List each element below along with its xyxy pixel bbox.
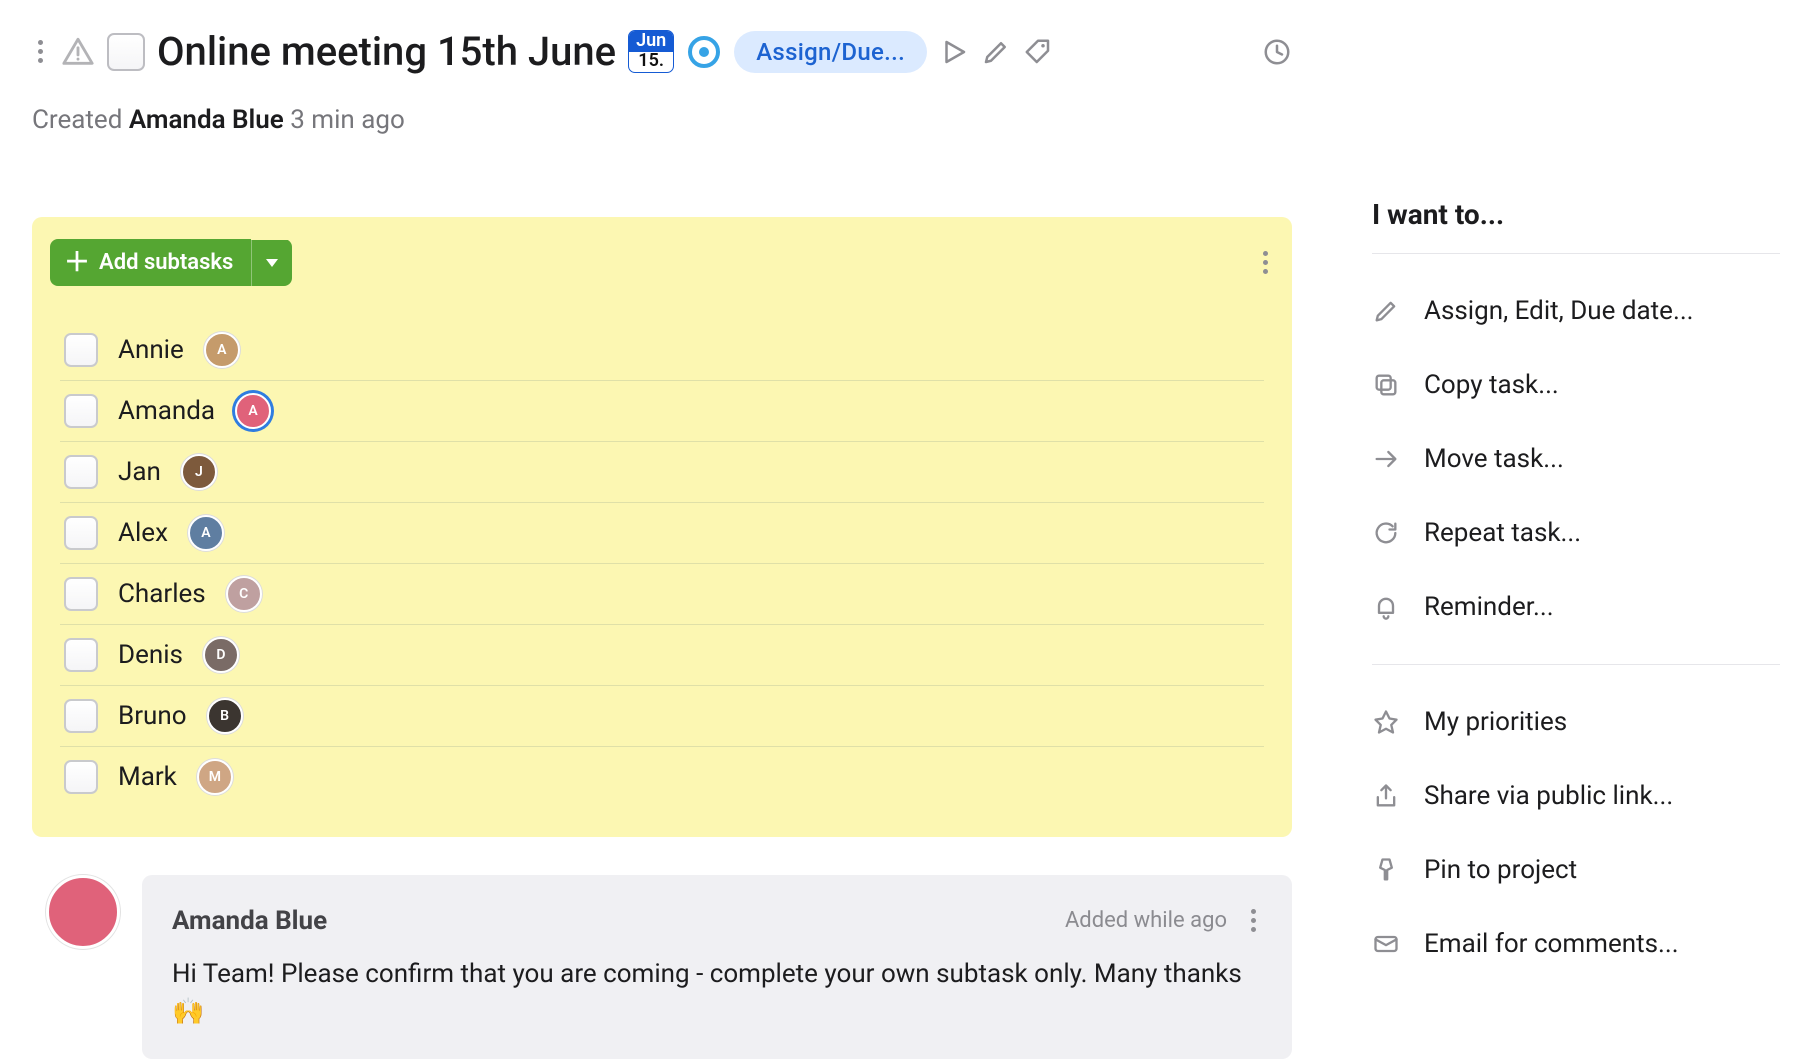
play-icon[interactable]: [939, 37, 969, 67]
action-share[interactable]: Share via public link...: [1372, 759, 1780, 833]
action-envelope[interactable]: Email for comments...: [1372, 907, 1780, 981]
actions-heading: I want to...: [1372, 198, 1780, 231]
comment-bubble: Amanda Blue Added while ago Hi Team! Ple…: [142, 875, 1292, 1059]
subtask-name: Alex: [118, 518, 168, 548]
subtask-checkbox[interactable]: [64, 455, 98, 489]
action-pencil[interactable]: Assign, Edit, Due date...: [1372, 274, 1780, 348]
action-pin[interactable]: Pin to project: [1372, 833, 1780, 907]
pin-icon: [1372, 856, 1400, 884]
add-subtasks-dropdown[interactable]: [251, 240, 292, 286]
subtask-row[interactable]: Annie A: [60, 320, 1264, 381]
created-time: 3 min ago: [290, 105, 405, 135]
assignee-avatar[interactable]: A: [188, 515, 224, 551]
copy-icon: [1372, 371, 1400, 399]
subtask-name: Denis: [118, 640, 183, 670]
comment-more-icon[interactable]: [1245, 903, 1262, 938]
comment-author: Amanda Blue: [172, 906, 327, 936]
subtasks-more-icon[interactable]: [1257, 245, 1274, 280]
action-label: Email for comments...: [1424, 929, 1679, 959]
comment-block: Amanda Blue Added while ago Hi Team! Ple…: [32, 875, 1292, 1059]
bell-icon: [1372, 593, 1400, 621]
subtask-checkbox[interactable]: [64, 699, 98, 733]
subtasks-panel: ＋ Add subtasks Annie A Amanda A Jan J Alex A Cha…: [32, 217, 1292, 837]
subtask-name: Annie: [118, 335, 184, 365]
action-label: My priorities: [1424, 707, 1567, 737]
assignee-avatar[interactable]: A: [235, 393, 271, 429]
due-date-chip[interactable]: Jun 15.: [628, 30, 674, 73]
subtask-row[interactable]: Jan J: [60, 442, 1264, 503]
action-label: Copy task...: [1424, 370, 1559, 400]
assignee-avatar[interactable]: A: [204, 332, 240, 368]
assignee-avatar[interactable]: B: [207, 698, 243, 734]
refresh-icon: [1372, 519, 1400, 547]
subtask-name: Bruno: [118, 701, 187, 731]
subtask-row[interactable]: Charles C: [60, 564, 1264, 625]
due-date-month: Jun: [629, 31, 673, 52]
subtask-name: Jan: [118, 457, 161, 487]
action-label: Reminder...: [1424, 592, 1554, 622]
subtask-name: Amanda: [118, 396, 215, 426]
assignee-avatar[interactable]: J: [181, 454, 217, 490]
action-bell[interactable]: Reminder...: [1372, 570, 1780, 644]
subtask-name: Charles: [118, 579, 206, 609]
comment-body: Hi Team! Please confirm that you are com…: [172, 956, 1262, 1031]
star-icon: [1372, 708, 1400, 736]
pencil-icon: [1372, 297, 1400, 325]
subtask-checkbox[interactable]: [64, 394, 98, 428]
created-author: Amanda Blue: [129, 105, 284, 135]
action-refresh[interactable]: Repeat task...: [1372, 496, 1780, 570]
comment-avatar: [46, 875, 120, 949]
subtask-checkbox[interactable]: [64, 516, 98, 550]
created-meta: Created Amanda Blue 3 min ago: [32, 105, 1292, 135]
envelope-icon: [1372, 930, 1400, 958]
more-menu-icon[interactable]: [32, 34, 49, 69]
assign-due-button[interactable]: Assign/Due...: [734, 31, 927, 73]
subtask-name: Mark: [118, 762, 177, 792]
subtask-checkbox[interactable]: [64, 638, 98, 672]
action-label: Move task...: [1424, 444, 1564, 474]
target-icon[interactable]: [686, 34, 722, 70]
arrow-icon: [1372, 445, 1400, 473]
actions-sidebar: I want to... Assign, Edit, Due date... Co…: [1372, 28, 1780, 1059]
subtask-row[interactable]: Bruno B: [60, 686, 1264, 747]
subtask-row[interactable]: Mark M: [60, 747, 1264, 807]
assignee-avatar[interactable]: D: [203, 637, 239, 673]
comment-time: Added while ago: [1065, 908, 1227, 933]
pencil-icon[interactable]: [981, 37, 1011, 67]
assignee-avatar[interactable]: M: [197, 759, 233, 795]
action-label: Share via public link...: [1424, 781, 1673, 811]
subtask-row[interactable]: Denis D: [60, 625, 1264, 686]
tag-icon[interactable]: [1023, 37, 1053, 67]
action-label: Pin to project: [1424, 855, 1577, 885]
task-header: Online meeting 15th June Jun 15. Assign/…: [32, 28, 1292, 75]
subtask-row[interactable]: Amanda A: [60, 381, 1264, 442]
task-title[interactable]: Online meeting 15th June: [157, 28, 616, 75]
share-icon: [1372, 782, 1400, 810]
due-date-day: 15.: [631, 52, 671, 72]
action-label: Assign, Edit, Due date...: [1424, 296, 1694, 326]
add-subtasks-button[interactable]: ＋ Add subtasks: [50, 239, 292, 286]
subtask-checkbox[interactable]: [64, 760, 98, 794]
subtask-checkbox[interactable]: [64, 577, 98, 611]
assignee-avatar[interactable]: C: [226, 576, 262, 612]
task-complete-checkbox[interactable]: [107, 33, 145, 71]
subtask-row[interactable]: Alex A: [60, 503, 1264, 564]
action-label: Repeat task...: [1424, 518, 1581, 548]
action-arrow[interactable]: Move task...: [1372, 422, 1780, 496]
history-icon[interactable]: [1262, 37, 1292, 67]
action-star[interactable]: My priorities: [1372, 685, 1780, 759]
action-copy[interactable]: Copy task...: [1372, 348, 1780, 422]
warning-icon[interactable]: [61, 35, 95, 69]
subtask-checkbox[interactable]: [64, 333, 98, 367]
